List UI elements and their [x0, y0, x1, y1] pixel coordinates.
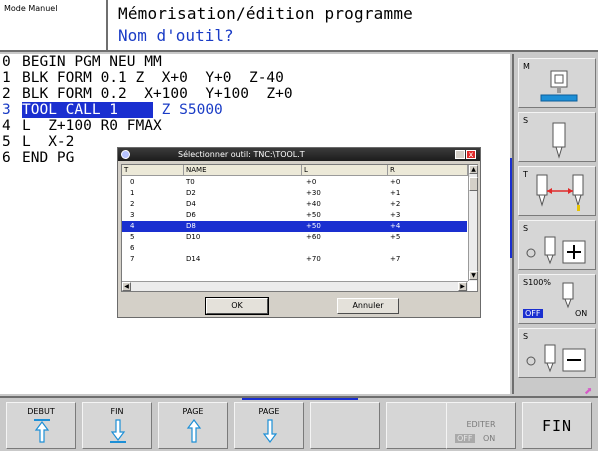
ok-button[interactable]: OK — [205, 297, 269, 315]
input-cursor[interactable] — [118, 102, 153, 118]
screen-header: Mode Manuel Mémorisation/édition program… — [0, 0, 598, 52]
spindle-minus-softkey[interactable]: S — [518, 328, 596, 378]
minimize-button[interactable] — [455, 150, 465, 159]
machine-function-softkey[interactable]: M — [518, 58, 596, 108]
spindle-override-icon — [562, 282, 574, 309]
fin-end-softkey[interactable]: FIN — [522, 402, 592, 449]
table-row[interactable]: 7 D14 +70 +7 — [122, 254, 467, 265]
dialog-title: Sélectionner outil: TNC:\TOOL.T — [178, 150, 305, 159]
table-row[interactable]: 6 — [122, 243, 467, 254]
scroll-thumb[interactable] — [469, 177, 478, 191]
debut-softkey[interactable]: DEBUT — [6, 402, 76, 449]
spindle-icon — [552, 122, 566, 159]
bottom-softkey-row: DEBUT FIN PAGE PAGE EDITER OFF ON FIN — [0, 396, 598, 451]
spindle-minus-icon — [526, 344, 586, 373]
vertical-scrollbar[interactable]: ▲ ▼ — [468, 165, 478, 281]
tool-select-dialog: Sélectionner outil: TNC:\TOOL.T x T NAME… — [117, 147, 481, 318]
screen-title: Mémorisation/édition programme — [118, 4, 413, 23]
table-row[interactable]: 3 D6 +50 +3 — [122, 210, 467, 221]
page-down-softkey[interactable]: PAGE — [234, 402, 304, 449]
tool-length-softkey[interactable]: T — [518, 166, 596, 216]
program-line[interactable]: 1 BLK FORM 0.1 Z X+0 Y+0 Z-40 — [0, 70, 284, 86]
horizontal-scrollbar[interactable]: ◀ ▶ — [122, 281, 468, 291]
mode-indicator: Mode Manuel — [0, 0, 108, 52]
table-row[interactable]: 2 D4 +40 +2 — [122, 199, 467, 210]
highlighted-block: TOOL CALL 1 — [22, 102, 119, 118]
table-row[interactable]: 1 D2 +30 +1 — [122, 188, 467, 199]
editer-softkey[interactable]: EDITER OFF ON — [446, 402, 516, 449]
column-header-r[interactable]: R — [388, 165, 468, 176]
override-on-state: ON — [575, 309, 588, 318]
page-up-softkey[interactable]: PAGE — [158, 402, 228, 449]
column-header-l[interactable]: L — [302, 165, 388, 176]
program-line[interactable]: 6 END PG — [0, 150, 74, 166]
close-icon[interactable]: x — [466, 150, 476, 159]
fin-softkey[interactable]: FIN — [82, 402, 152, 449]
softkey-group-indicator — [242, 398, 358, 400]
spindle-plus-icon — [526, 236, 586, 265]
arrow-down-bottom-icon — [110, 419, 126, 443]
table-row[interactable]: 0 T0 +0 +0 — [122, 177, 467, 188]
spindle-plus-softkey[interactable]: S — [518, 220, 596, 270]
override-off-state: OFF — [523, 309, 543, 318]
page-down-icon — [262, 419, 278, 443]
program-line[interactable]: 4L Z+100 R0 FMAX — [0, 118, 162, 134]
tool-length-icon — [536, 174, 584, 211]
arrow-up-top-icon — [34, 419, 50, 443]
machine-icon — [540, 70, 578, 102]
scroll-right-icon[interactable]: ▶ — [458, 282, 467, 291]
tool-table: T NAME L R 0 T0 +0 +0 1 D2 +30 +1 2 D4 +40 +2 3 D6… — [121, 164, 478, 292]
spindle-override-softkey[interactable]: S100% OFF ON — [518, 274, 596, 324]
dialog-titlebar[interactable]: Sélectionner outil: TNC:\TOOL.T x — [118, 148, 480, 161]
column-header-name[interactable]: NAME — [184, 165, 302, 176]
program-line[interactable]: 0 BEGIN PGM NEU MM — [0, 54, 162, 70]
empty-softkey[interactable] — [310, 402, 380, 449]
program-line[interactable]: 2 BLK FORM 0.2 X+100 Y+100 Z+0 — [0, 86, 293, 102]
page-up-icon — [186, 419, 202, 443]
editer-off-state: OFF — [455, 434, 475, 443]
input-prompt: Nom d'outil? — [118, 26, 234, 45]
scroll-up-icon[interactable]: ▲ — [469, 165, 478, 174]
cancel-button[interactable]: Annuler — [337, 298, 399, 314]
scroll-down-icon[interactable]: ▼ — [469, 271, 478, 280]
spindle-softkey[interactable]: S — [518, 112, 596, 162]
dialog-app-icon — [121, 150, 130, 159]
table-row[interactable]: 5 D10 +60 +5 — [122, 232, 467, 243]
right-softkey-column: M S T S S100% OFF ON S — [512, 54, 598, 394]
program-line-active[interactable]: 3 TOOL CALL 1 Z S5000 — [0, 102, 223, 118]
table-row-selected[interactable]: 4 D8 +50 +4 — [122, 221, 467, 232]
editer-on-state: ON — [483, 434, 496, 443]
scroll-left-icon[interactable]: ◀ — [122, 282, 131, 291]
column-header-t[interactable]: T — [122, 165, 184, 176]
program-line[interactable]: 5L X-2 — [0, 134, 74, 150]
